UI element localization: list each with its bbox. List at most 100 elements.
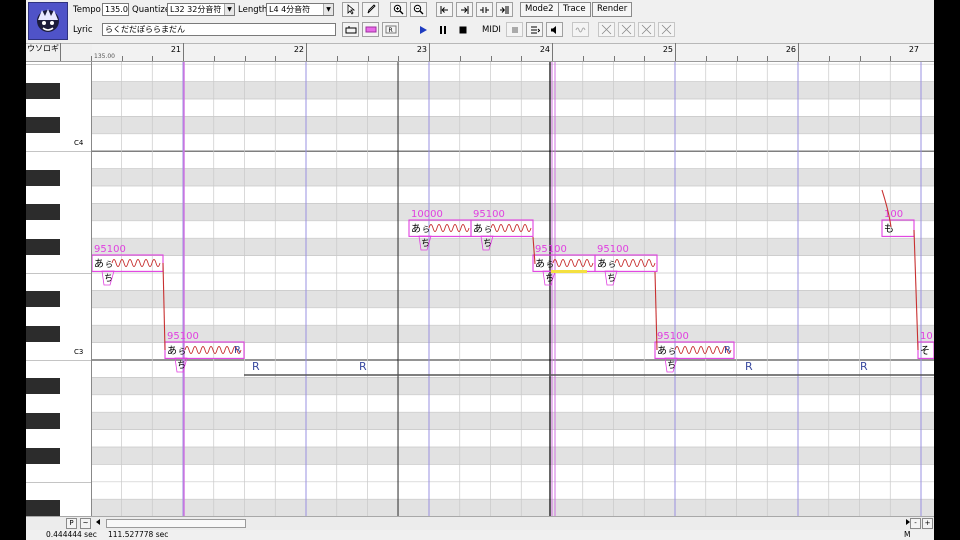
rest-mark[interactable]: R	[745, 360, 753, 373]
character-icon	[37, 9, 59, 32]
measure-ruler[interactable]: 135.00 21 22 23 24 25 26 27	[60, 43, 934, 62]
octave-label: C3	[74, 348, 84, 356]
go-end-button[interactable]	[456, 2, 473, 17]
merge-note-button[interactable]	[496, 2, 513, 17]
speaker-button[interactable]	[546, 22, 563, 37]
mode2-button[interactable]: Mode2	[520, 2, 559, 17]
note-lyric: そ	[920, 345, 930, 357]
chevron-down-icon: ▼	[224, 4, 234, 15]
pointer-tool-button[interactable]	[342, 2, 359, 17]
vibrato-button[interactable]	[572, 22, 589, 37]
measure-number: 26	[785, 45, 796, 54]
ruler-tick	[644, 56, 646, 61]
chevron-down-icon: ▼	[323, 4, 333, 15]
arrow-to-end-icon	[461, 5, 469, 14]
ruler-tick	[890, 56, 892, 61]
lyric-input[interactable]: らくだだぽららまだん	[102, 23, 336, 36]
ruler-tick	[121, 56, 123, 61]
cursor-icon	[347, 4, 355, 15]
black-key-row	[92, 325, 934, 343]
track-name: ウソロギ	[26, 44, 92, 62]
record-icon	[511, 26, 518, 33]
piano-black-key[interactable]	[26, 82, 60, 99]
quantize-select[interactable]: L32 32分音符 ▼	[167, 3, 235, 16]
piano-black-key[interactable]	[26, 326, 60, 343]
render-button[interactable]: Render	[592, 2, 633, 17]
piano-key-divider	[26, 64, 91, 66]
midi-settings-button[interactable]	[526, 22, 543, 37]
arrow-to-start-icon	[440, 5, 448, 14]
pause-icon	[439, 25, 446, 34]
tilde-button[interactable]: ~	[80, 518, 91, 529]
piano-black-key[interactable]	[26, 378, 60, 395]
scroll-left-button[interactable]	[92, 518, 103, 529]
note-lyric: あ	[597, 258, 607, 270]
go-start-button[interactable]	[436, 2, 453, 17]
zoom-plus-button[interactable]: +	[922, 518, 933, 529]
rest-mark[interactable]: R	[860, 360, 868, 373]
horizontal-scroll-thumb[interactable]	[106, 519, 246, 528]
split-note-button[interactable]	[476, 2, 493, 17]
trace-button[interactable]: Trace	[558, 2, 591, 17]
piano-black-key[interactable]	[26, 413, 60, 430]
note-block[interactable]: 10 そ	[917, 331, 934, 359]
pink-note-icon	[365, 26, 376, 33]
lyric-label: Lyric	[73, 25, 93, 35]
envelope-b-button[interactable]	[618, 22, 635, 37]
arrow-left-icon	[95, 519, 100, 525]
ruler-tick	[552, 43, 553, 61]
ruler-tick	[859, 56, 861, 61]
length-select[interactable]: L4 4分音符 ▼	[266, 3, 334, 16]
vibrato-curve	[428, 224, 470, 232]
black-key-row	[92, 203, 934, 221]
pink-note-button[interactable]	[362, 22, 379, 37]
piano-black-key[interactable]	[26, 239, 60, 256]
piano-black-key[interactable]	[26, 169, 60, 186]
piano-black-key[interactable]	[26, 204, 60, 221]
p-button[interactable]: P	[66, 518, 77, 529]
piano-black-key[interactable]	[26, 291, 60, 308]
note-sub-lyric: ら	[546, 260, 554, 269]
vibrato-curve	[674, 346, 732, 354]
zoom-out-button[interactable]	[410, 2, 427, 17]
zoom-in-icon	[393, 4, 404, 15]
toolbar: Tempo 135.0 Quantize L32 32分音符 ▼ Length …	[26, 0, 934, 44]
piano-roll[interactable]: 95100 あらち 95100 あらち R 10000 あらち 95100 あらち 95100 あら…	[92, 62, 934, 516]
note-sub-lyric: ら	[608, 260, 616, 269]
ruler-tick	[90, 56, 92, 61]
note-params: 95100	[597, 244, 629, 255]
note-props-button[interactable]	[342, 22, 359, 37]
piano-black-key[interactable]	[26, 500, 60, 516]
rest-mark: R	[724, 345, 731, 356]
measure-number: 22	[293, 45, 304, 54]
pencil-tool-button[interactable]	[362, 2, 379, 17]
rest-mark[interactable]: R	[359, 360, 367, 373]
zoom-minus-button[interactable]: -	[910, 518, 921, 529]
octave-label: C4	[74, 139, 84, 147]
envelope-a-button[interactable]	[598, 22, 615, 37]
length-label: Length	[238, 5, 268, 15]
measure-number: 27	[908, 45, 919, 54]
singer-avatar[interactable]	[28, 2, 68, 40]
envelope-d-button[interactable]	[658, 22, 675, 37]
ruler-tick	[60, 43, 61, 61]
midi-record-button[interactable]	[506, 22, 523, 37]
bottom-scroll-bar: P ~ - +	[26, 516, 934, 530]
rest-mark[interactable]: R	[252, 360, 260, 373]
play-button[interactable]	[414, 22, 431, 37]
tempo-input[interactable]: 135.0	[102, 3, 129, 16]
stop-button[interactable]	[454, 22, 471, 37]
pause-button[interactable]	[434, 22, 451, 37]
zoom-in-button[interactable]	[390, 2, 407, 17]
measure-number: 21	[170, 45, 181, 54]
ruler-tick	[459, 56, 461, 61]
note-params: 95100	[167, 331, 199, 342]
envelope-c-button[interactable]	[638, 22, 655, 37]
ruler-tick	[736, 56, 738, 61]
black-key-row	[92, 412, 934, 430]
rest-button[interactable]: R	[382, 22, 399, 37]
piano-keyboard[interactable]: C4 C3	[26, 62, 92, 516]
piano-black-key[interactable]	[26, 448, 60, 464]
piano-black-key[interactable]	[26, 117, 60, 134]
piano-roll-canvas[interactable]: 95100あ らち95100あ らちR10000あ らち95100あ らち 95100あら…	[92, 62, 934, 516]
